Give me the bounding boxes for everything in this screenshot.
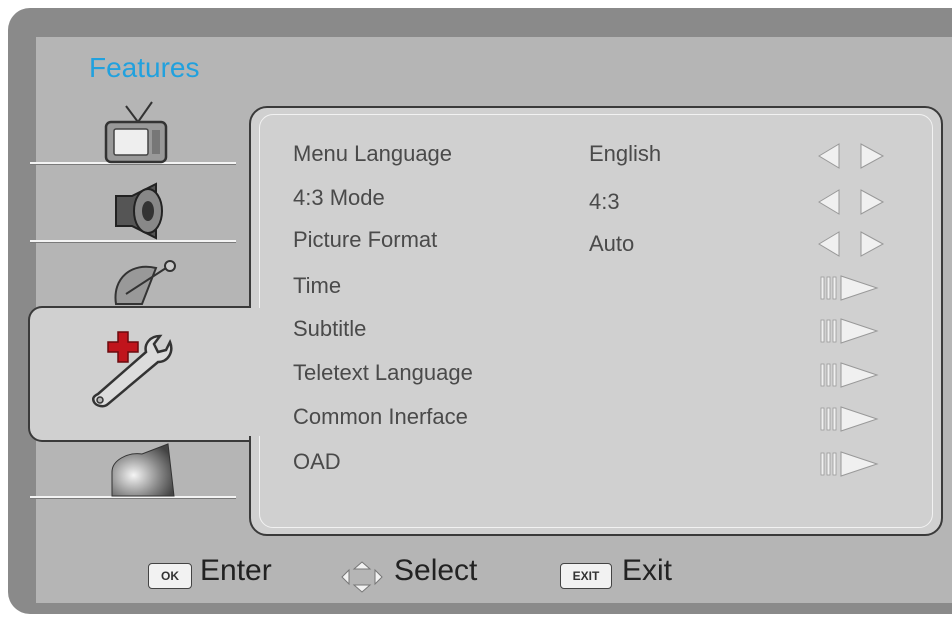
tab-channel[interactable] [112, 258, 182, 311]
ok-key-icon[interactable]: OK [148, 563, 192, 589]
menu-item-time[interactable]: Time [293, 273, 913, 309]
media-icon [111, 443, 175, 497]
satellite-dish-icon [114, 260, 176, 305]
left-right-arrows-icon[interactable] [817, 229, 887, 259]
exit-hint-label: Exit [622, 554, 673, 587]
tab-features[interactable] [84, 330, 194, 415]
exit-key-icon[interactable]: EXIT [560, 563, 612, 589]
tab-media[interactable] [108, 442, 178, 503]
menu-item-4-3-mode[interactable]: 4:3 Mode 4:3 [293, 185, 913, 221]
menu-item-oad[interactable]: OAD [293, 449, 913, 485]
navigate-arrows-icon [341, 561, 383, 593]
menu-item-label: Time [293, 273, 342, 298]
enter-arrow-icon[interactable] [817, 316, 887, 346]
enter-arrow-icon[interactable] [817, 449, 887, 479]
left-right-arrows-icon[interactable] [817, 187, 887, 217]
tab-sound[interactable] [110, 182, 170, 245]
left-right-arrows-icon[interactable] [817, 141, 887, 171]
tab-panel-joint [240, 308, 260, 436]
menu-item-common-interface[interactable]: Common Inerface [293, 404, 913, 440]
enter-arrow-icon[interactable] [817, 404, 887, 434]
menu-item-label: Teletext Language [293, 360, 473, 385]
menu-item-label: Subtitle [293, 316, 367, 341]
speaker-icon [115, 182, 163, 240]
menu-item-label: Picture Format [293, 227, 438, 252]
menu-item-value: Auto [589, 231, 635, 256]
menu-item-subtitle[interactable]: Subtitle [293, 316, 913, 352]
enter-arrow-icon[interactable] [817, 273, 887, 303]
menu-item-label: Menu Language [293, 141, 453, 166]
menu-title: Features [89, 52, 200, 83]
menu-item-label: Common Inerface [293, 404, 468, 429]
tab-picture[interactable] [100, 100, 176, 169]
select-hint-label: Select [394, 554, 478, 587]
tools-icon [91, 331, 173, 408]
enter-arrow-icon[interactable] [817, 360, 887, 390]
ok-hint-label: Enter [200, 554, 272, 587]
menu-item-label: 4:3 Mode [293, 185, 385, 210]
menu-item-label: OAD [293, 449, 341, 474]
menu-item-teletext-language[interactable]: Teletext Language [293, 360, 913, 396]
menu-item-menu-language[interactable]: Menu Language English [293, 141, 913, 177]
menu-item-value: English [589, 141, 662, 166]
tv-icon [104, 101, 168, 164]
menu-item-value: 4:3 [589, 189, 620, 214]
menu-item-picture-format[interactable]: Picture Format Auto [293, 227, 913, 263]
